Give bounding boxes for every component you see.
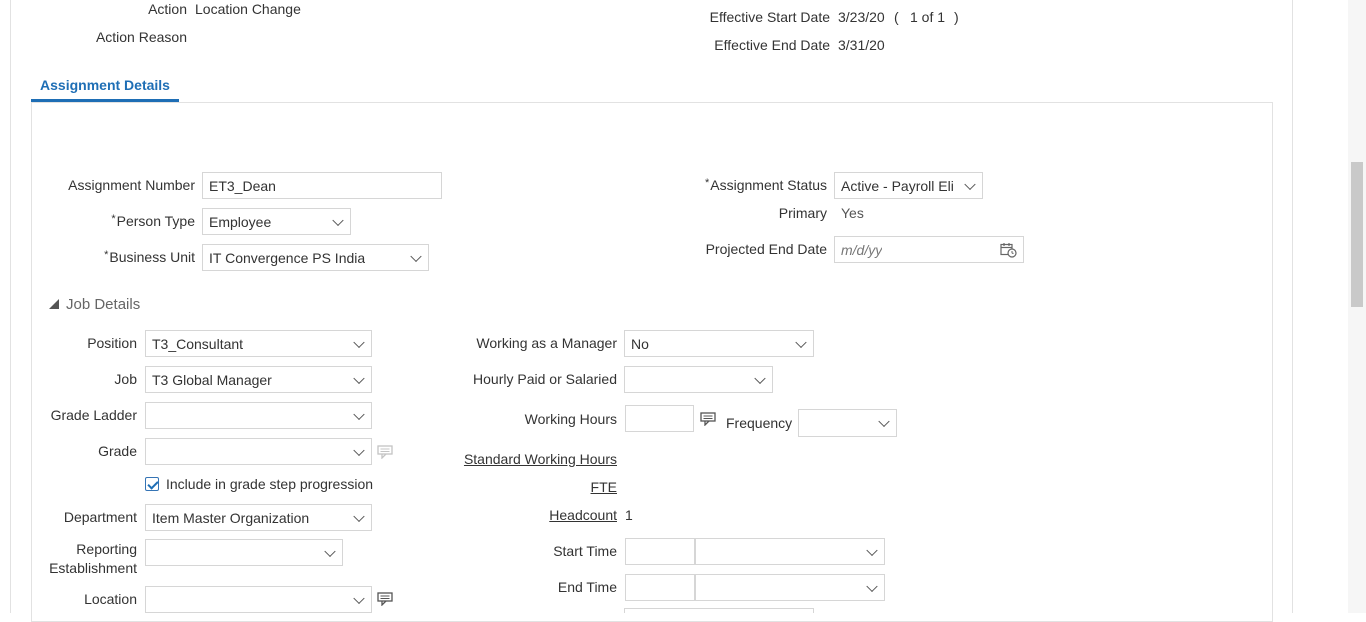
action-value: Location Change — [195, 1, 301, 17]
working-manager-value: No — [631, 335, 649, 352]
effective-end-label: Effective End Date — [714, 37, 830, 53]
reporting-label-line2: Establishment — [49, 560, 137, 576]
primary-value: Yes — [841, 205, 864, 221]
required-mark: * — [104, 249, 109, 261]
chevron-down-icon — [353, 444, 365, 456]
location-label: Location — [84, 591, 137, 607]
include-grade-label: Include in grade step progression — [166, 476, 374, 492]
assignment-status-label: *Assignment Status — [705, 177, 827, 193]
assignment-number-input[interactable]: ET3_Dean — [202, 172, 442, 199]
headcount-link[interactable]: Headcount — [549, 507, 617, 523]
end-time-label: End Time — [557, 579, 617, 595]
end-time-period-select[interactable] — [695, 574, 885, 601]
action-reason-label: Action Reason — [95, 29, 187, 45]
reporting-label-line1: Reporting — [76, 541, 137, 557]
assignment-status-label-text: Assignment Status — [710, 177, 827, 193]
grade-label: Grade — [98, 443, 137, 459]
start-time-input[interactable] — [625, 538, 695, 565]
business-unit-label-text: Business Unit — [109, 249, 195, 265]
working-hours-label: Working Hours — [524, 411, 617, 427]
location-select[interactable] — [145, 586, 372, 613]
department-label: Department — [63, 509, 137, 525]
working-manager-label: Working as a Manager — [476, 335, 617, 351]
chevron-down-icon — [324, 545, 336, 557]
projected-end-label: Projected End Date — [705, 241, 827, 257]
chevron-down-icon — [353, 408, 365, 420]
assignment-number-label: Assignment Number — [68, 177, 195, 193]
position-select[interactable]: T3_Consultant — [145, 330, 372, 357]
fte-link[interactable]: FTE — [591, 479, 617, 495]
action-label: Action — [148, 1, 187, 17]
job-label: Job — [114, 371, 137, 387]
record-nav-text[interactable]: 1 of 1 — [910, 9, 945, 25]
grade-details-icon[interactable] — [377, 445, 393, 459]
grade-ladder-label: Grade Ladder — [50, 407, 137, 423]
person-type-select[interactable]: Employee — [202, 208, 351, 235]
department-value: Item Master Organization — [152, 509, 310, 526]
projected-end-placeholder: m/d/yy — [841, 241, 883, 258]
person-type-label: *Person Type — [111, 213, 195, 229]
job-select[interactable]: T3 Global Manager — [145, 366, 372, 393]
person-type-label-text: Person Type — [116, 213, 195, 229]
start-time-label: Start Time — [553, 543, 617, 559]
required-mark: * — [704, 177, 710, 189]
location-details-icon[interactable] — [377, 592, 393, 606]
department-select[interactable]: Item Master Organization — [145, 504, 372, 531]
grade-ladder-select[interactable] — [145, 402, 372, 429]
chevron-down-icon — [353, 592, 365, 604]
hourly-salaried-select[interactable] — [624, 366, 773, 393]
tab-assignment-details[interactable]: Assignment Details — [31, 72, 179, 102]
chevron-down-icon — [754, 372, 766, 384]
business-unit-value: IT Convergence PS India — [209, 249, 366, 266]
effective-start-label: Effective Start Date — [709, 9, 830, 25]
person-type-value: Employee — [209, 213, 272, 230]
scrollbar-thumb[interactable] — [1351, 162, 1363, 307]
frequency-select[interactable] — [798, 409, 897, 437]
frequency-label: Frequency — [726, 415, 793, 431]
chevron-down-icon — [878, 415, 890, 428]
include-grade-checkbox[interactable] — [145, 477, 159, 491]
business-unit-select[interactable]: IT Convergence PS India — [202, 244, 429, 271]
reporting-establishment-select[interactable] — [145, 539, 343, 566]
position-value: T3_Consultant — [152, 335, 244, 352]
assignment-status-select[interactable]: Active - Payroll Eli — [834, 172, 983, 199]
chevron-down-icon — [353, 510, 365, 522]
working-manager-select[interactable]: No — [624, 330, 814, 357]
effective-start-value: 3/23/20 — [838, 9, 885, 25]
working-hours-details-icon[interactable] — [700, 412, 716, 426]
record-nav-open: ( — [894, 9, 899, 25]
headcount-value: 1 — [625, 507, 633, 523]
chevron-down-icon — [964, 178, 976, 190]
assignment-number-value: ET3_Dean — [209, 177, 276, 194]
calendar-icon[interactable] — [1000, 242, 1017, 258]
chevron-down-icon — [353, 336, 365, 348]
required-mark: * — [111, 213, 116, 225]
hourly-salaried-label: Hourly Paid or Salaried — [473, 371, 617, 387]
end-time-input[interactable] — [625, 574, 695, 601]
collapse-triangle-icon[interactable] — [48, 298, 60, 310]
standard-working-hours-link[interactable]: Standard Working Hours — [464, 451, 617, 467]
effective-end-value: 3/31/20 — [838, 37, 885, 53]
job-value: T3 Global Manager — [152, 371, 272, 388]
job-details-title[interactable]: Job Details — [66, 296, 140, 313]
record-nav-close: ) — [954, 9, 959, 25]
assignment-status-value: Active - Payroll Eli — [841, 177, 954, 194]
start-time-period-select[interactable] — [695, 538, 885, 565]
chevron-down-icon — [866, 544, 878, 556]
partial-field-below[interactable] — [624, 608, 814, 613]
projected-end-input[interactable]: m/d/yy — [834, 236, 1024, 263]
grade-select[interactable] — [145, 438, 372, 465]
chevron-down-icon — [353, 372, 365, 384]
business-unit-label: *Business Unit — [104, 249, 195, 265]
chevron-down-icon — [795, 336, 807, 348]
primary-label: Primary — [778, 205, 827, 221]
chevron-down-icon — [866, 580, 878, 592]
chevron-down-icon — [410, 250, 422, 262]
working-hours-input[interactable] — [625, 405, 694, 432]
chevron-down-icon — [332, 214, 344, 226]
position-label: Position — [87, 335, 137, 351]
